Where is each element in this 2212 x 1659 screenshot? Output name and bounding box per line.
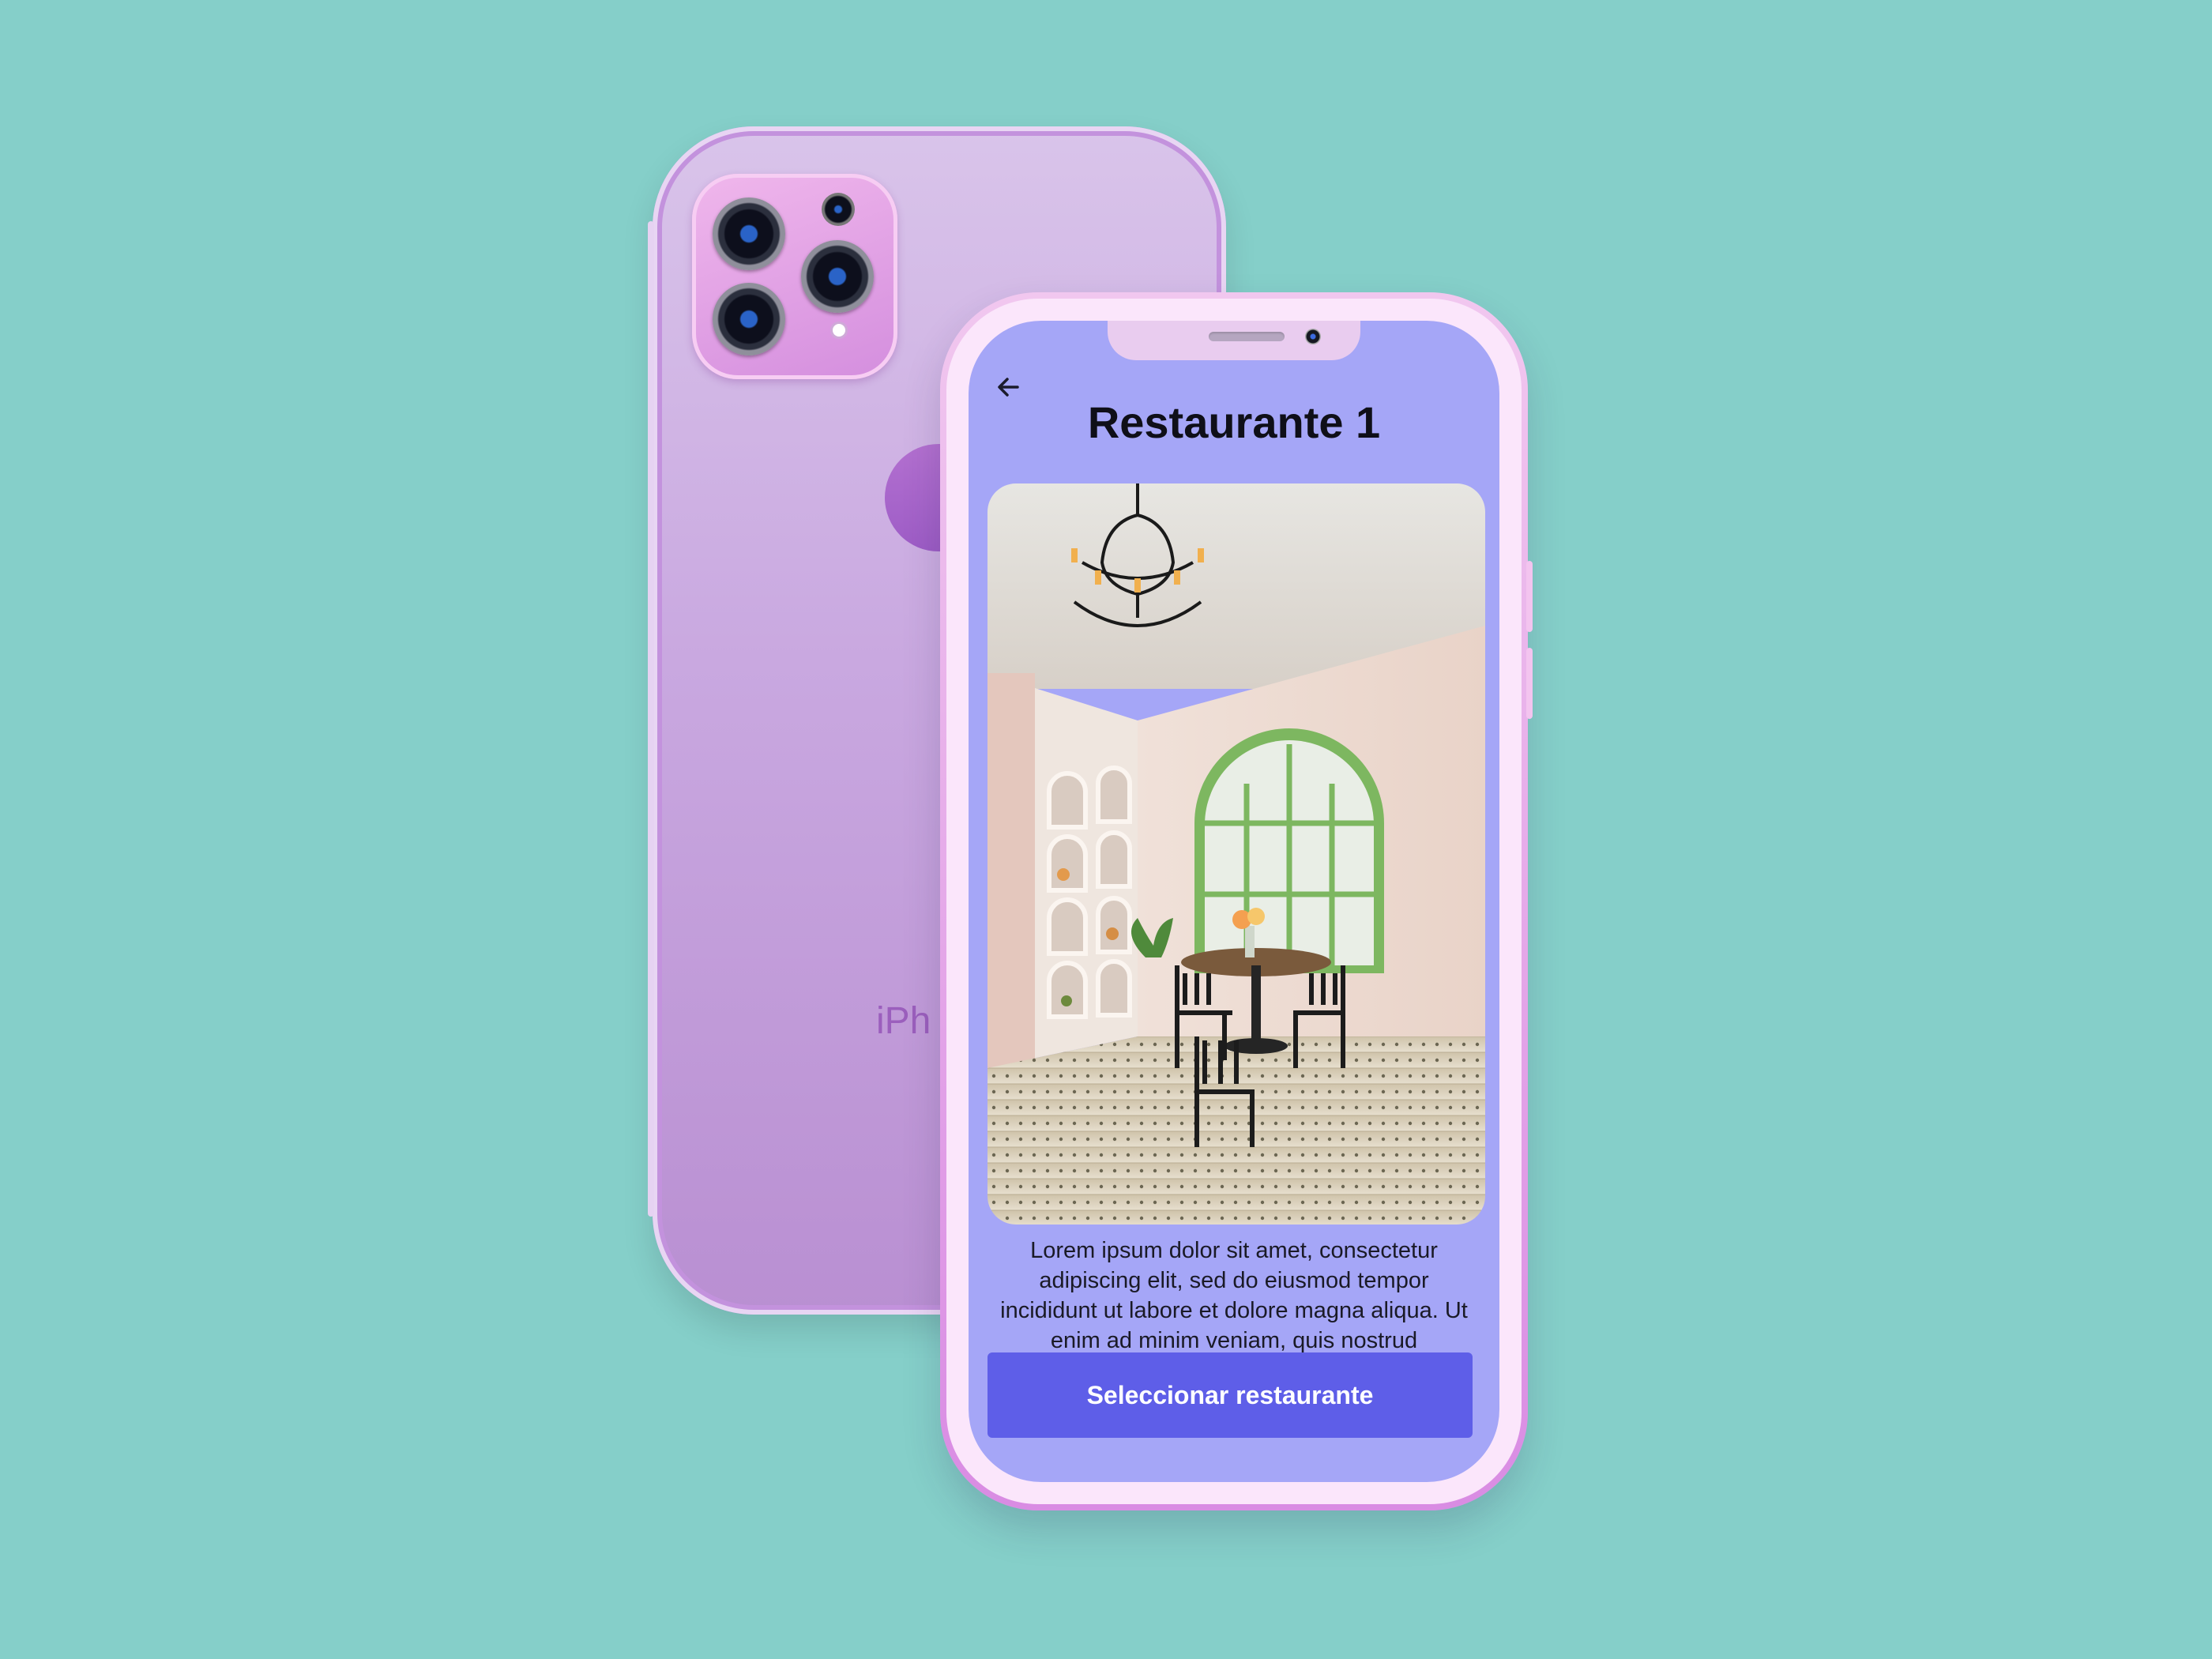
speaker-icon: [1209, 332, 1285, 341]
front-camera-icon: [1305, 329, 1321, 344]
front-phone: Restaurante 1 Lorem ipsum dolor sit amet…: [940, 292, 1533, 1510]
app-screen: Restaurante 1 Lorem ipsum dolor sit amet…: [969, 321, 1499, 1482]
flash-icon: [833, 324, 845, 337]
back-phone-edge: [648, 221, 654, 1217]
lidar-sensor-icon: [822, 193, 855, 226]
select-restaurant-button[interactable]: Seleccionar restaurante: [988, 1352, 1473, 1438]
camera-lens-icon: [713, 198, 785, 270]
apple-logo-icon: [885, 444, 940, 551]
restaurant-interior-photo: [988, 483, 1485, 1224]
notch: [1108, 321, 1360, 360]
volume-button: [1526, 648, 1533, 719]
camera-lens-icon: [801, 240, 874, 313]
volume-button: [1526, 561, 1533, 632]
camera-module: [692, 174, 897, 379]
camera-lens-icon: [713, 283, 785, 356]
brand-text: iPh: [876, 1000, 931, 1042]
restaurant-description: Lorem ipsum dolor sit amet, consectetur …: [1000, 1238, 1468, 1353]
page-title: Restaurante 1: [1087, 397, 1381, 447]
